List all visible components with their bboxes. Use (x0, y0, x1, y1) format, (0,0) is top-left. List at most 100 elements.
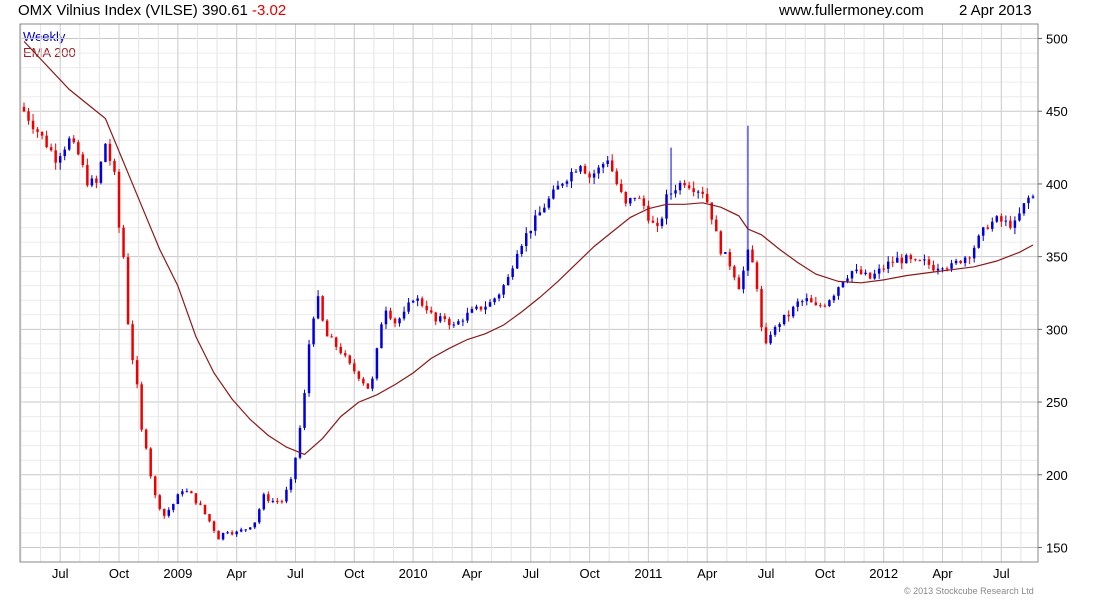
candle-body (466, 312, 469, 321)
candle-body (615, 171, 618, 184)
candle-body (873, 273, 876, 279)
candle-body (968, 257, 971, 259)
candle-body (108, 143, 112, 161)
candle-body (977, 235, 980, 248)
candle-body (954, 260, 958, 264)
x-tick-label: Jul (758, 566, 775, 581)
candle-body (565, 181, 569, 184)
candle-body (882, 268, 885, 270)
candle-body (556, 185, 560, 190)
candle-body (828, 300, 831, 307)
candle-body (208, 514, 211, 522)
candle-body (176, 494, 180, 505)
x-tick-label: Apr (932, 566, 953, 581)
candle-body (896, 257, 899, 263)
candle-body (362, 378, 365, 384)
candle-body (1031, 196, 1035, 198)
candle-body (534, 215, 537, 231)
candle-body (986, 227, 989, 229)
candle-body (773, 327, 777, 335)
candle-body (276, 500, 279, 502)
candle-body (411, 300, 415, 303)
candle-body (823, 305, 827, 307)
candle-body (624, 191, 628, 204)
candle-body (669, 193, 673, 195)
candle-body (27, 111, 30, 121)
candle-body (597, 167, 600, 174)
candle-body (289, 479, 293, 490)
candle-body (891, 261, 894, 263)
grid-lines (20, 23, 1038, 563)
candle-body (864, 272, 867, 275)
candle-body (470, 308, 474, 313)
candle-body (737, 277, 741, 290)
candle-body (140, 384, 143, 430)
candle-body (267, 494, 270, 501)
candle-body (846, 278, 849, 282)
candle-body (529, 230, 533, 234)
x-tick-label: 2010 (399, 566, 428, 581)
candle-body (601, 163, 605, 168)
candle-body (393, 318, 397, 324)
x-tick-label: Apr (462, 566, 483, 581)
candle-body (859, 269, 863, 275)
candle-body (746, 249, 750, 271)
candle-body (592, 173, 596, 178)
x-axis: Jul Oct 2009 Apr Jul Oct 2010 Apr Jul Oct 2011 Apr J… (52, 566, 1010, 581)
candle-body (58, 156, 62, 163)
candle-body (579, 166, 582, 172)
candle-body (800, 301, 804, 303)
candle-body (226, 532, 229, 534)
candle-body (914, 259, 917, 261)
candle-body (285, 489, 288, 502)
candle-body (40, 131, 44, 136)
candle-body (443, 316, 447, 320)
candle-body (131, 324, 134, 361)
candle-body (36, 129, 39, 132)
candle-body (49, 147, 53, 151)
candle-body (814, 302, 818, 306)
candle-body (344, 353, 347, 356)
candle-body (941, 268, 944, 270)
candle-body (570, 171, 573, 182)
x-tick-label: Oct (815, 566, 836, 581)
x-tick-label: Jul (52, 566, 69, 581)
candle-body (660, 218, 664, 226)
candle-body (782, 314, 786, 325)
candle-body (629, 198, 632, 204)
candle-body (515, 253, 519, 269)
candle-body (452, 324, 456, 326)
candle-body (126, 257, 130, 325)
candle-body (163, 508, 166, 516)
candle-body (552, 189, 555, 199)
candle-body (348, 355, 352, 364)
x-tick-label: Jul (522, 566, 539, 581)
candle-body (316, 296, 320, 319)
candle-body (307, 344, 311, 394)
candle-body (104, 143, 107, 162)
candle-body (543, 207, 546, 213)
candle-body (493, 298, 496, 303)
candle-body (31, 120, 35, 130)
x-tick-label: Oct (579, 566, 600, 581)
candle-body (638, 197, 641, 199)
candle-body (353, 363, 356, 372)
candle-body (787, 314, 790, 317)
candle-body (1018, 213, 1021, 221)
candle-body (429, 310, 433, 313)
candle-body (651, 220, 655, 223)
candle-body (461, 320, 465, 322)
candle-body (900, 257, 904, 264)
candle-body (194, 493, 198, 504)
candle-body (54, 150, 57, 163)
candle-body (172, 504, 175, 510)
candle-body (742, 270, 745, 290)
candle-body (230, 532, 234, 535)
candle-body (488, 302, 492, 307)
copyright-notice: © 2013 Stockcube Research Ltd (904, 586, 1034, 596)
candle-body (479, 306, 483, 310)
candle-body (280, 501, 284, 503)
candle-body (1022, 203, 1026, 214)
candle-body (855, 269, 858, 272)
y-tick-label: 300 (1046, 322, 1068, 337)
